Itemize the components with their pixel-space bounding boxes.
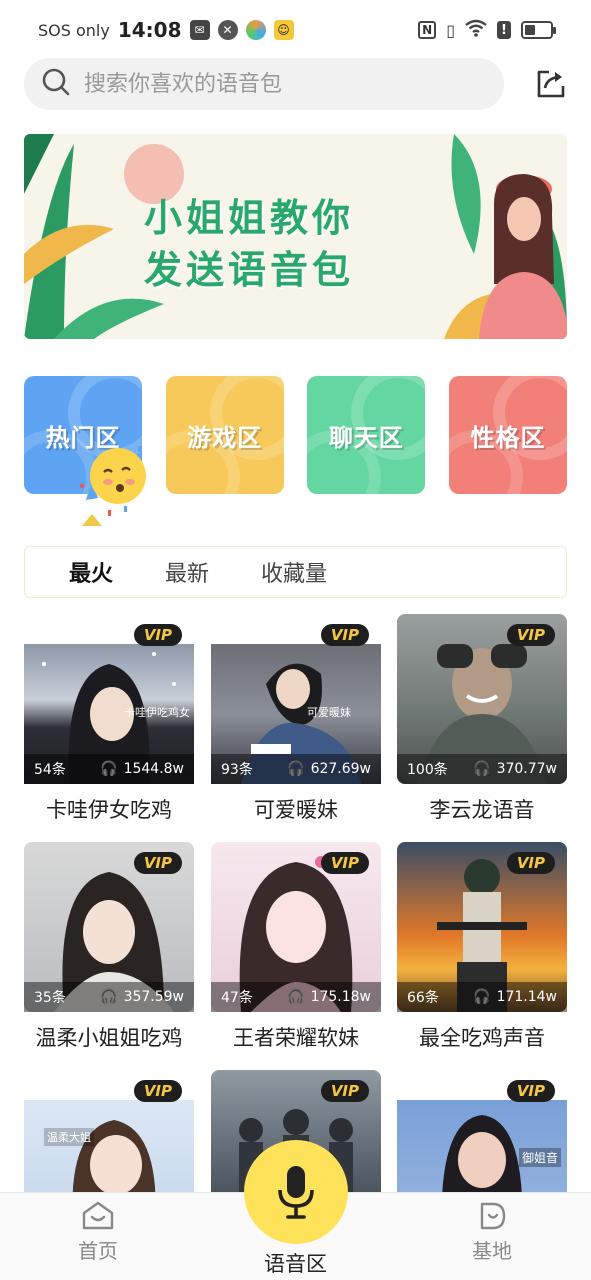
- category-chat[interactable]: 聊天区: [307, 376, 426, 494]
- pack-name: 温柔小姐姐吃鸡: [35, 1026, 183, 1050]
- play-count: 1544.8w: [123, 761, 184, 777]
- headphones-icon: 🎧: [473, 761, 491, 777]
- play-count: 175.18w: [310, 989, 371, 1005]
- status-right: N ▯ !: [418, 19, 556, 41]
- voice-pack-card[interactable]: VIP 66条 🎧 171.14w 最全吃鸡声音: [397, 842, 567, 1052]
- share-button[interactable]: [533, 66, 569, 102]
- pack-stats: 66条 🎧 171.14w: [397, 982, 567, 1012]
- category-personality[interactable]: 性格区: [448, 376, 567, 494]
- pack-stats: 93条 🎧 627.69w: [211, 754, 381, 784]
- vip-badge: VIP: [133, 624, 182, 646]
- pack-name: 最全吃鸡声音: [419, 1026, 545, 1050]
- clip-count: 66条: [407, 990, 439, 1006]
- clip-count: 100条: [407, 762, 448, 778]
- thumbnail-caption: 可爱暖妹: [307, 706, 351, 719]
- clip-count: 35条: [34, 990, 66, 1006]
- emoji-app-icon: ☺: [273, 20, 294, 40]
- app-icon: [245, 20, 266, 40]
- search-row: [24, 58, 569, 110]
- carrier-text: SOS only: [38, 20, 110, 40]
- battery-icon: [521, 21, 556, 39]
- headphones-icon: 🎧: [100, 761, 118, 777]
- pack-stats: 35条 🎧 357.59w: [24, 982, 194, 1012]
- headphones-icon: 🎧: [100, 989, 118, 1005]
- pack-name: 李云龙语音: [429, 798, 535, 822]
- pack-name: 可爱暖妹: [254, 798, 338, 822]
- vip-badge: VIP: [133, 1080, 182, 1102]
- sort-tabs: 最火 最新 收藏量: [24, 546, 567, 598]
- nav-voice-label[interactable]: 语音区: [0, 1248, 591, 1278]
- tab-hottest[interactable]: 最火: [69, 556, 113, 588]
- headphones-icon: 🎧: [473, 989, 491, 1005]
- clip-count: 54条: [34, 762, 66, 778]
- clock: 14:08: [117, 18, 182, 42]
- search-input[interactable]: [84, 71, 444, 97]
- pack-stats: 100条 🎧 370.77w: [397, 754, 567, 784]
- vip-badge: VIP: [320, 624, 369, 646]
- pack-name: 卡哇伊女吃鸡: [46, 798, 172, 822]
- tab-newest[interactable]: 最新: [165, 556, 209, 588]
- banner-title: 小姐姐教你 发送语音包: [144, 192, 354, 296]
- pack-name: 王者荣耀软妹: [233, 1026, 359, 1050]
- banner-line-2: 发送语音包: [144, 248, 355, 292]
- play-count: 171.14w: [496, 989, 557, 1005]
- category-label: 聊天区: [328, 423, 404, 452]
- voice-pack-card[interactable]: VIP 可爱暖妹 93条 🎧 627.69w 可爱暖妹: [211, 614, 381, 824]
- thumbnail-caption: 御姐音: [518, 1148, 561, 1167]
- headphones-icon: 🎧: [287, 761, 305, 777]
- status-left: SOS only 14:08 ✉ ✕ ☺: [38, 18, 294, 42]
- play-count: 357.59w: [123, 989, 184, 1005]
- thumbnail-caption: 卡哇伊吃鸡女: [124, 706, 190, 719]
- microphone-icon: [278, 1166, 314, 1219]
- tab-favorites[interactable]: 收藏量: [261, 556, 327, 588]
- pack-stats: 47条 🎧 175.18w: [211, 982, 381, 1012]
- play-count: 627.69w: [310, 761, 371, 777]
- headphones-icon: 🎧: [287, 989, 305, 1005]
- search-icon: [42, 68, 70, 100]
- clip-count: 47条: [221, 990, 253, 1006]
- thumbnail-caption: 温柔大姐: [44, 1128, 94, 1146]
- category-game[interactable]: 游戏区: [165, 376, 284, 494]
- vip-badge: VIP: [320, 852, 369, 874]
- share-icon: [537, 70, 565, 98]
- play-count: 370.77w: [496, 761, 557, 777]
- shield-icon: ✕: [217, 20, 238, 40]
- search-bar[interactable]: [24, 58, 504, 110]
- voice-pack-card[interactable]: VIP 卡哇伊吃鸡女 54条 🎧 1544.8w 卡哇伊女吃鸡: [24, 614, 194, 824]
- category-label: 性格区: [470, 423, 546, 452]
- vip-badge: VIP: [133, 852, 182, 874]
- status-bar: SOS only 14:08 ✉ ✕ ☺ N ▯ !: [0, 0, 591, 60]
- base-icon: [480, 1202, 506, 1230]
- voice-pack-card[interactable]: VIP 47条 🎧 175.18w 王者荣耀软妹: [211, 842, 381, 1052]
- vip-badge: VIP: [506, 1080, 555, 1102]
- home-icon: [82, 1201, 114, 1230]
- clip-count: 93条: [221, 762, 253, 778]
- voice-pack-card[interactable]: VIP 35条 🎧 357.59w 温柔小姐姐吃鸡: [24, 842, 194, 1052]
- party-emoji-icon: [78, 440, 154, 530]
- alert-icon: !: [497, 21, 511, 39]
- vibrate-icon: ▯: [446, 20, 455, 40]
- vip-badge: VIP: [506, 624, 555, 646]
- pack-stats: 54条 🎧 1544.8w: [24, 754, 194, 784]
- category-label: 游戏区: [187, 423, 263, 452]
- promo-banner[interactable]: 小姐姐教你 发送语音包: [24, 134, 567, 339]
- banner-line-1: 小姐姐教你: [144, 196, 355, 240]
- nfc-icon: N: [418, 21, 437, 39]
- wifi-icon: [465, 19, 487, 41]
- vip-badge: VIP: [320, 1080, 369, 1102]
- voice-pack-card[interactable]: VIP 100条 🎧 370.77w 李云龙语音: [397, 614, 567, 824]
- voice-zone-mic-button[interactable]: [244, 1140, 348, 1244]
- vip-badge: VIP: [506, 852, 555, 874]
- mail-icon: ✉: [189, 20, 210, 40]
